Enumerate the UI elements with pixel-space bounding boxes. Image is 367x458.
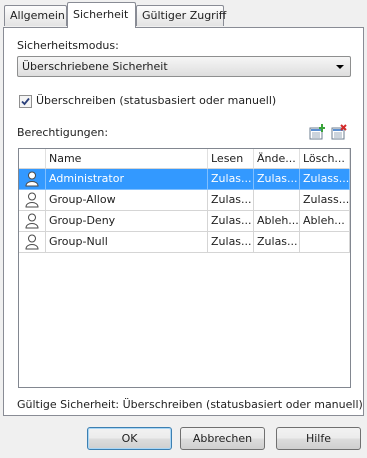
security-mode-dropdown[interactable]: Überschriebene Sicherheit [17,56,351,77]
user-icon [19,211,46,232]
column-header-loeschen[interactable]: Lösch... [300,149,350,169]
row-loeschen[interactable]: Zulass... [300,190,350,211]
table-row[interactable]: Group-Allow Zulas... Zulass... [19,190,350,211]
tab-allgemein[interactable]: Allgemein [4,5,67,26]
security-mode-value: Überschriebene Sicherheit [22,60,168,73]
tab-gueltiger-zugriff[interactable]: Gültiger Zugriff [136,5,226,26]
override-label: Überschreiben (statusbasiert oder manuel… [36,94,277,107]
column-header-name[interactable]: Name [46,149,208,169]
row-aendern[interactable]: Ableh... [254,211,300,232]
permissions-grid[interactable]: Name Lesen Ände... Lösch... Administrato… [18,148,351,388]
help-button[interactable]: Hilfe [276,427,361,450]
tab-sicherheit[interactable]: Sicherheit [67,2,136,28]
permissions-label: Berechtigungen: [17,126,109,139]
column-header-lesen[interactable]: Lesen [208,149,254,169]
ok-button[interactable]: OK [87,427,172,450]
row-aendern[interactable] [254,190,300,211]
row-aendern[interactable]: Zulas... [254,169,300,190]
override-checkbox[interactable] [19,95,32,108]
security-mode-label: Sicherheitsmodus: [17,39,119,52]
row-loeschen[interactable]: Ableh... [300,211,350,232]
user-icon [19,169,46,190]
row-aendern[interactable]: Zulas... [254,232,300,253]
row-lesen[interactable]: Zulas... [208,211,254,232]
row-lesen[interactable]: Zulas... [208,169,254,190]
user-icon [19,232,46,253]
security-tab-panel: Sicherheitsmodus: Überschriebene Sicherh… [3,27,364,416]
grid-header-rowheader [19,149,46,169]
row-name: Group-Allow [46,190,208,211]
chevron-down-icon [336,65,344,69]
cancel-button[interactable]: Abbrechen [180,427,265,450]
table-row[interactable]: Administrator Zulas... Zulas... Zulass..… [19,169,350,190]
row-lesen[interactable]: Zulas... [208,190,254,211]
row-loeschen[interactable] [300,232,350,253]
grid-header-row: Name Lesen Ände... Lösch... [19,149,350,169]
effective-security-text: Gültige Sicherheit: Überschreiben (statu… [17,398,363,411]
add-entry-icon[interactable] [309,124,325,140]
row-name: Administrator [46,169,208,190]
checkmark-icon [21,97,30,106]
table-row[interactable]: Group-Null Zulas... Zulas... [19,232,350,253]
column-header-aendern[interactable]: Ände... [254,149,300,169]
row-loeschen[interactable]: Zulass... [300,169,350,190]
row-name: Group-Deny [46,211,208,232]
remove-entry-icon[interactable] [331,124,347,140]
row-lesen[interactable]: Zulas... [208,232,254,253]
row-name: Group-Null [46,232,208,253]
user-icon [19,190,46,211]
table-row[interactable]: Group-Deny Zulas... Ableh... Ableh... [19,211,350,232]
